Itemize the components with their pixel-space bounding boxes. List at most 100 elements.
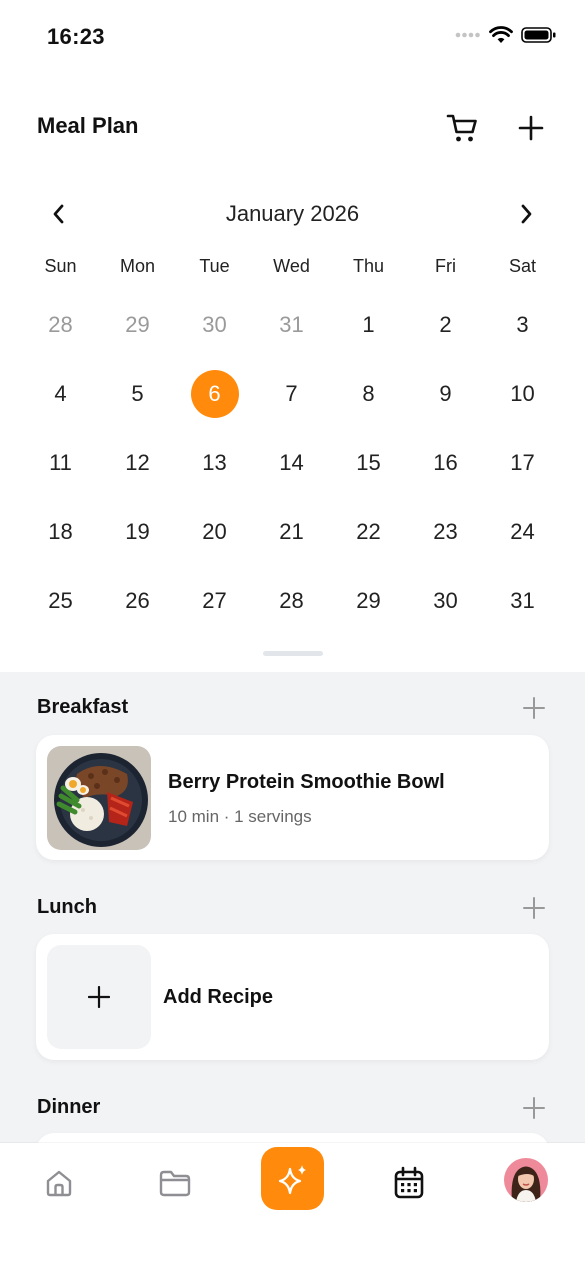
calendar-day-prev-month[interactable]: 28	[22, 290, 99, 359]
day-number: 16	[433, 449, 458, 475]
day-number: 7	[285, 380, 298, 406]
calendar-day[interactable]: 1	[330, 290, 407, 359]
calendar-grid: 28 29 30 31 1 2 3 4 5 6 7 8 9 10 11 12 1…	[22, 290, 562, 635]
calendar-day[interactable]: 7	[253, 359, 330, 428]
add-dinner-button[interactable]	[518, 1092, 550, 1124]
calendar-week: 18 19 20 21 22 23 24	[22, 497, 562, 566]
calendar-day[interactable]: 24	[484, 497, 561, 566]
wifi-icon	[489, 26, 513, 43]
calendar-day[interactable]: 12	[99, 428, 176, 497]
calendar-icon	[394, 1166, 424, 1199]
weekday-label: Sun	[44, 256, 77, 276]
plus-icon	[523, 897, 545, 919]
day-number: 30	[433, 587, 458, 613]
calendar-day-selected[interactable]: 6	[176, 359, 253, 428]
calendar-day[interactable]: 20	[176, 497, 253, 566]
calendar-day-prev-month[interactable]: 30	[176, 290, 253, 359]
day-number: 23	[433, 518, 458, 544]
plus-icon	[523, 697, 545, 719]
day-number: 6	[190, 369, 239, 418]
calendar-week: 11 12 13 14 15 16 17	[22, 428, 562, 497]
avatar	[504, 1158, 548, 1202]
calendar-day[interactable]: 23	[407, 497, 484, 566]
calendar-week: 28 29 30 31 1 2 3	[22, 290, 562, 359]
recipe-name: Berry Protein Smoothie Bowl	[168, 771, 445, 793]
add-button[interactable]	[511, 108, 551, 148]
calendar-day[interactable]: 3	[484, 290, 561, 359]
calendar-day[interactable]: 25	[22, 566, 99, 635]
weekday-label: Fri	[435, 256, 456, 276]
calendar-day[interactable]: 10	[484, 359, 561, 428]
next-month-button[interactable]	[510, 198, 542, 230]
calendar-day[interactable]: 31	[484, 566, 561, 635]
add-breakfast-button[interactable]	[518, 692, 550, 724]
page-title: Meal Plan	[37, 113, 139, 138]
folder-icon	[159, 1170, 191, 1197]
plus-icon	[88, 986, 110, 1008]
calendar-day[interactable]: 17	[484, 428, 561, 497]
calendar-day[interactable]: 18	[22, 497, 99, 566]
tab-profile[interactable]	[504, 1158, 548, 1202]
day-number: 1	[362, 311, 375, 337]
calendar-day[interactable]: 21	[253, 497, 330, 566]
tab-bar	[0, 1143, 585, 1266]
day-number: 5	[131, 380, 144, 406]
breakfast-title: Breakfast	[37, 696, 129, 718]
calendar-day[interactable]: 15	[330, 428, 407, 497]
calendar-day[interactable]: 26	[99, 566, 176, 635]
day-number: 25	[48, 587, 73, 613]
day-number: 12	[125, 449, 150, 475]
day-number: 14	[279, 449, 304, 475]
weekday-label: Sat	[508, 256, 537, 276]
sparkle-icon	[278, 1164, 306, 1194]
signal-icon	[455, 32, 480, 38]
calendar-day[interactable]: 16	[407, 428, 484, 497]
day-number: 18	[48, 518, 73, 544]
weekday-header-row: Sun Mon Tue Wed Thu Fri Sat	[22, 256, 562, 282]
shopping-cart-button[interactable]	[442, 108, 482, 148]
calendar-navigation: January 2026	[0, 190, 585, 238]
weekday-label: Wed	[273, 256, 310, 276]
calendar-day[interactable]: 9	[407, 359, 484, 428]
calendar-day[interactable]: 13	[176, 428, 253, 497]
breakfast-recipe-card[interactable]: Berry Protein Smoothie Bowl 10 min · 1 s…	[36, 735, 549, 860]
calendar-day[interactable]: 11	[22, 428, 99, 497]
day-number: 28	[48, 311, 73, 337]
calendar-day[interactable]: 27	[176, 566, 253, 635]
add-recipe-placeholder	[47, 945, 151, 1049]
add-recipe-card[interactable]: Add Recipe	[36, 934, 549, 1060]
tab-ai-assistant[interactable]	[261, 1147, 324, 1210]
sheet-drag-handle[interactable]	[263, 651, 323, 656]
calendar-day[interactable]: 19	[99, 497, 176, 566]
calendar-day[interactable]: 14	[253, 428, 330, 497]
calendar-day[interactable]: 2	[407, 290, 484, 359]
day-number: 22	[356, 518, 381, 544]
add-lunch-button[interactable]	[518, 892, 550, 924]
dinner-title: Dinner	[37, 1096, 101, 1118]
day-number: 31	[510, 587, 535, 613]
day-number: 26	[125, 587, 150, 613]
day-number: 31	[279, 311, 304, 337]
calendar-day[interactable]: 29	[330, 566, 407, 635]
calendar-day[interactable]: 5	[99, 359, 176, 428]
day-number: 11	[49, 449, 72, 475]
recipe-meta: 10 min · 1 servings	[168, 807, 312, 826]
day-number: 28	[279, 587, 304, 613]
calendar-week: 4 5 6 7 8 9 10	[22, 359, 562, 428]
day-number: 2	[439, 311, 452, 337]
day-number: 27	[202, 587, 227, 613]
calendar-week: 25 26 27 28 29 30 31	[22, 566, 562, 635]
battery-icon	[521, 27, 556, 43]
calendar-day[interactable]: 22	[330, 497, 407, 566]
calendar-day-prev-month[interactable]: 29	[99, 290, 176, 359]
day-number: 17	[510, 449, 535, 475]
tab-folder[interactable]	[153, 1161, 197, 1205]
calendar-day[interactable]: 30	[407, 566, 484, 635]
cart-icon	[446, 114, 477, 142]
calendar-day[interactable]: 4	[22, 359, 99, 428]
tab-calendar[interactable]	[387, 1161, 431, 1205]
tab-home[interactable]	[37, 1161, 81, 1205]
calendar-day-prev-month[interactable]: 31	[253, 290, 330, 359]
calendar-day[interactable]: 8	[330, 359, 407, 428]
calendar-day[interactable]: 28	[253, 566, 330, 635]
